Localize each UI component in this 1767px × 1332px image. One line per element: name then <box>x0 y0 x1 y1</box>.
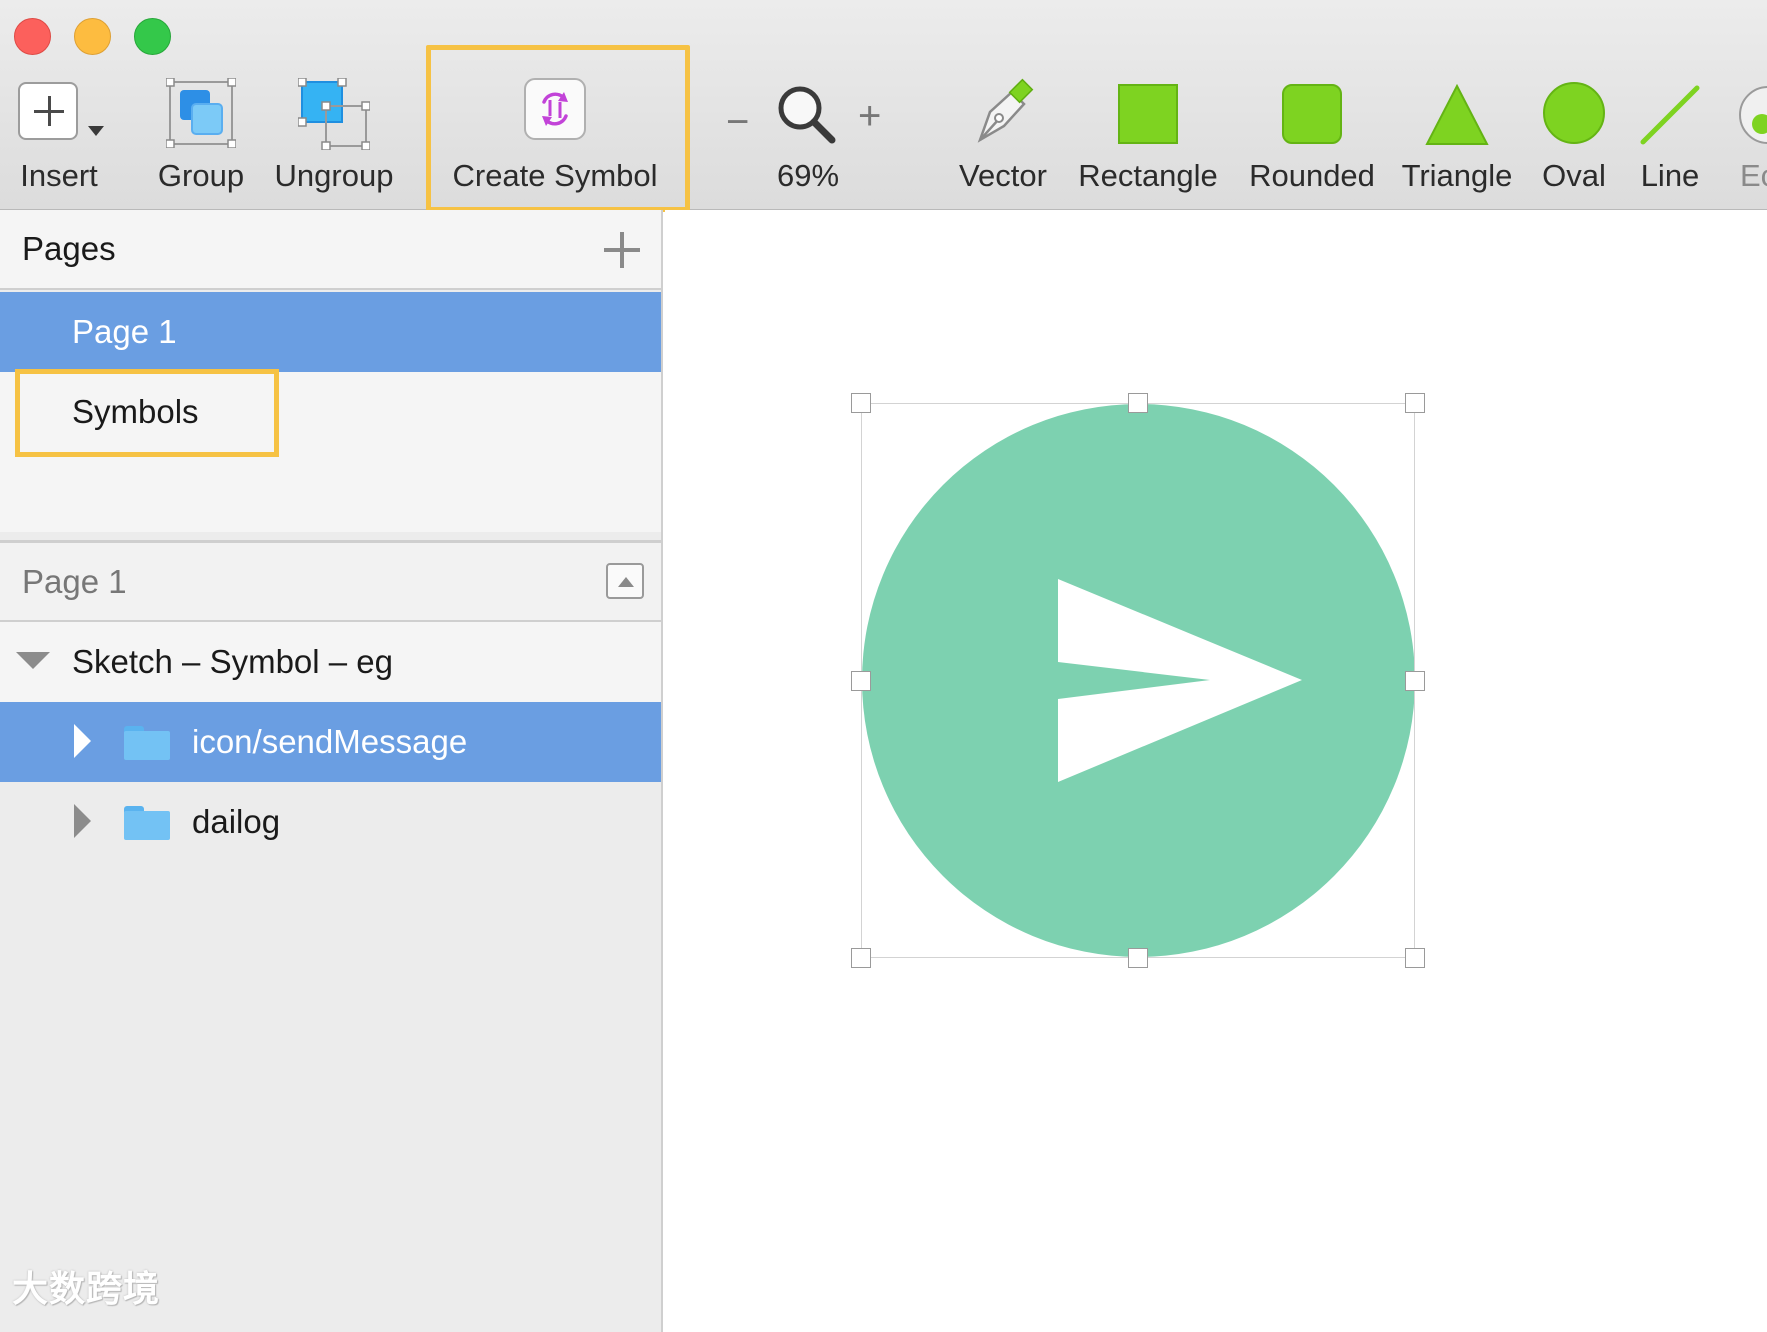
disclosure-triangle-closed-icon[interactable] <box>74 804 91 838</box>
resize-handle[interactable] <box>851 948 871 968</box>
edit-tool[interactable]: Ec <box>1728 78 1767 198</box>
page-item-label: Page 1 <box>72 313 177 350</box>
collapse-icon[interactable] <box>606 563 644 599</box>
folder-icon <box>124 806 170 840</box>
edit-label: Ec <box>1740 158 1767 193</box>
pages-header: Pages <box>0 210 661 290</box>
disclosure-triangle-closed-icon[interactable] <box>74 724 91 758</box>
rectangle-label: Rectangle <box>1078 158 1218 193</box>
resize-handle[interactable] <box>851 671 871 691</box>
rounded-rectangle-icon <box>1282 84 1342 144</box>
rectangle-tool[interactable]: Rectangle <box>1072 78 1224 198</box>
canvas[interactable] <box>665 210 1767 1332</box>
dropdown-caret-icon <box>88 126 104 136</box>
vector-tool[interactable]: Vector <box>948 78 1058 198</box>
minimize-window-button[interactable] <box>74 18 111 55</box>
oval-tool[interactable]: Oval <box>1530 78 1618 198</box>
close-window-button[interactable] <box>14 18 51 55</box>
disclosure-triangle-open-icon[interactable] <box>16 652 50 669</box>
line-label: Line <box>1640 158 1700 193</box>
zoom-window-button[interactable] <box>134 18 171 55</box>
edit-icon <box>1739 86 1767 144</box>
plus-icon <box>18 82 78 140</box>
rounded-label: Rounded <box>1249 158 1375 193</box>
zoom-level: 69% <box>776 158 840 193</box>
resize-handle[interactable] <box>1128 948 1148 968</box>
pen-icon <box>977 78 1034 143</box>
insert-label: Insert <box>20 158 98 193</box>
selection-box <box>861 403 1415 958</box>
folder-icon <box>124 726 170 760</box>
pages-title: Pages <box>22 230 116 267</box>
layers-page-title: Page 1 <box>22 563 127 600</box>
triangle-icon <box>1425 84 1489 145</box>
layer-item-dailog[interactable]: dailog <box>0 782 661 862</box>
oval-icon <box>1543 82 1605 144</box>
ungroup-label: Ungroup <box>274 158 394 193</box>
group-icon <box>166 78 236 148</box>
magnifier-icon[interactable] <box>776 84 838 146</box>
artboard-name: Sketch – Symbol – eg <box>72 643 394 680</box>
layer-item-label: dailog <box>192 803 281 840</box>
resize-handle[interactable] <box>851 393 871 413</box>
ungroup-button[interactable]: Ungroup <box>270 78 398 198</box>
watermark: 大数跨境 <box>12 1268 161 1309</box>
oval-label: Oval <box>1542 158 1606 193</box>
vector-label: Vector <box>959 158 1047 193</box>
rounded-rectangle-tool[interactable]: Rounded <box>1244 78 1380 198</box>
resize-handle[interactable] <box>1405 671 1425 691</box>
resize-handle[interactable] <box>1405 393 1425 413</box>
group-button[interactable]: Group <box>150 78 252 198</box>
line-tool[interactable]: Line <box>1628 78 1712 198</box>
triangle-label: Triangle <box>1401 158 1513 193</box>
ungroup-icon <box>298 78 370 150</box>
group-label: Group <box>157 158 245 193</box>
layer-item-icon-sendmessage[interactable]: icon/sendMessage <box>0 702 661 782</box>
page-item-page-1[interactable]: Page 1 <box>0 292 661 372</box>
layer-artboard[interactable]: Sketch – Symbol – eg <box>0 622 661 702</box>
toolbar: Insert Group Ungroup Create Symbol − + 6… <box>0 0 1767 212</box>
resize-handle[interactable] <box>1128 393 1148 413</box>
layers-header: Page 1 <box>0 540 661 622</box>
rectangle-shape-icon <box>1118 84 1178 144</box>
resize-handle[interactable] <box>1405 948 1425 968</box>
insert-button[interactable]: Insert <box>0 78 118 198</box>
line-icon <box>1640 85 1700 145</box>
symbols-page-highlight <box>15 369 279 457</box>
zoom-out-button[interactable]: − <box>726 100 749 145</box>
sketch-window: Insert Group Ungroup Create Symbol − + 6… <box>0 0 1767 1332</box>
create-symbol-highlight <box>426 45 690 212</box>
triangle-tool[interactable]: Triangle <box>1398 78 1516 198</box>
layer-item-label: icon/sendMessage <box>192 723 468 760</box>
add-page-button[interactable] <box>604 232 640 268</box>
zoom-in-button[interactable]: + <box>858 94 881 139</box>
